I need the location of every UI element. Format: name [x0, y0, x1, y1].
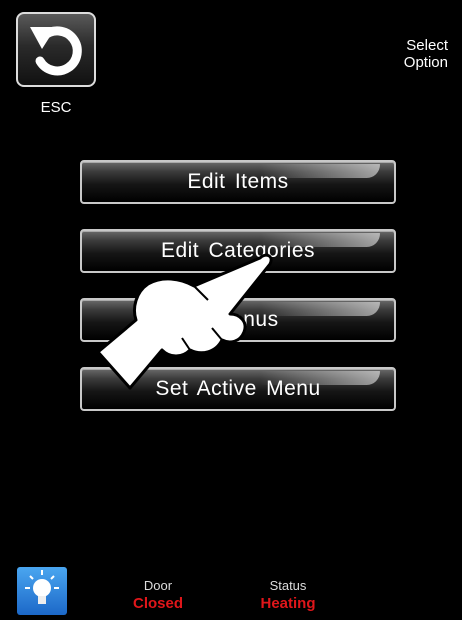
esc-label: ESC [40, 99, 72, 116]
prompt-line-1: Select [406, 37, 448, 54]
door-label: Door [143, 578, 173, 593]
oven-status: Status Heating [248, 578, 328, 612]
door-value: Closed [132, 595, 183, 612]
light-toggle-button[interactable] [17, 567, 67, 615]
select-option-prompt: Select Option [404, 37, 448, 71]
prompt-line-2: Option [403, 54, 448, 71]
door-status: Door Closed [118, 578, 198, 612]
pointing-hand-icon [96, 253, 273, 390]
edit-items-button[interactable]: Edit Items [80, 160, 396, 204]
status-value: Heating [260, 595, 316, 612]
status-label: Status [269, 578, 307, 593]
esc-button[interactable] [16, 12, 96, 87]
undo-arrow-icon [30, 26, 82, 76]
lightbulb-icon [25, 570, 59, 604]
